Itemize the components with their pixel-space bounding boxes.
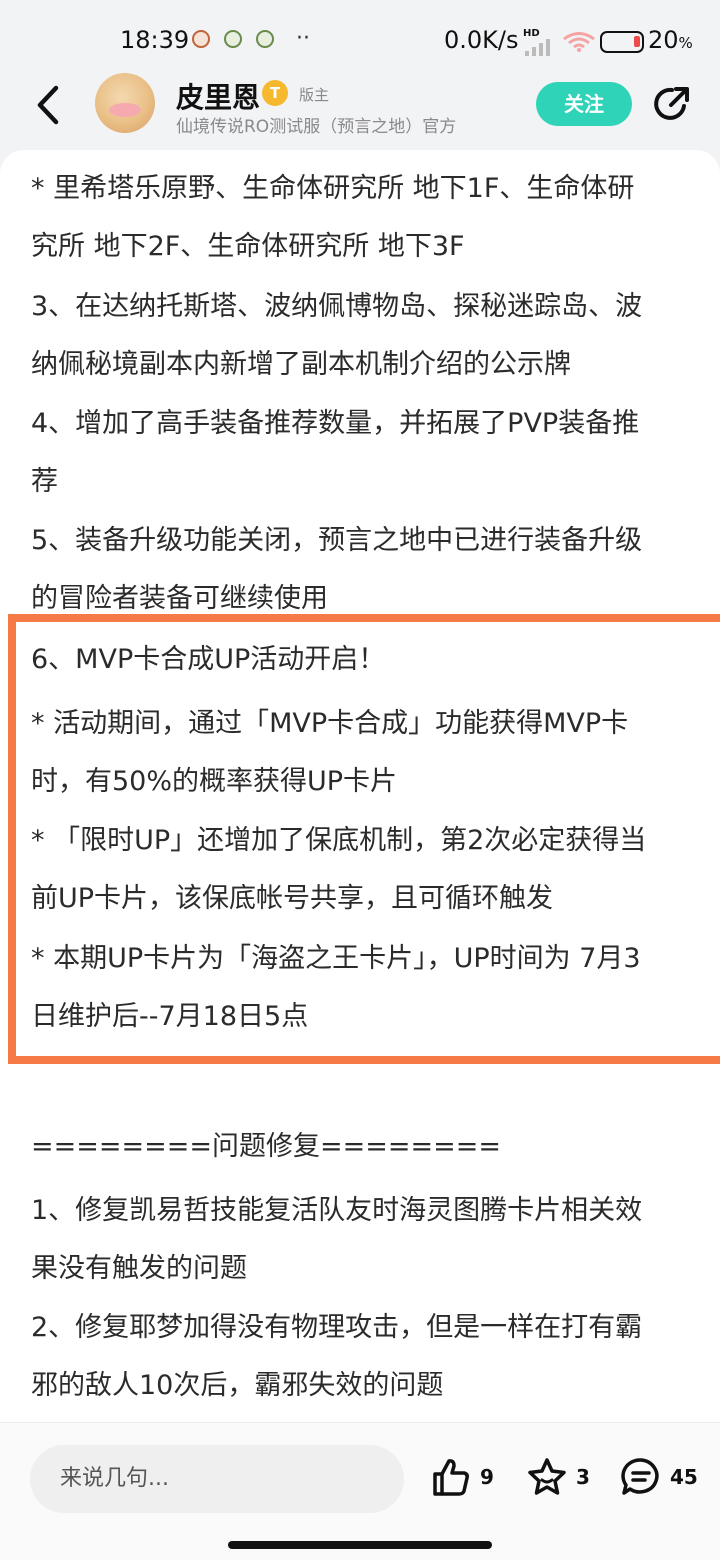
comment-input[interactable]: 来说几句... bbox=[30, 1445, 404, 1513]
content-line: 4、增加了高手装备推荐数量，并拓展了PVP装备推 bbox=[31, 408, 640, 439]
like-count: 9 bbox=[480, 1465, 494, 1489]
author-role: 版主 bbox=[299, 86, 330, 104]
content-line: 纳佩秘境副本内新增了副本机制介绍的公示牌 bbox=[31, 349, 571, 380]
author-subtitle: 仙境传说RO测试服（预言之地）官方 bbox=[176, 117, 457, 137]
content-line: 日维护后--7月18日5点 bbox=[31, 1001, 309, 1032]
app-notification-icon bbox=[256, 30, 274, 48]
content-line: * 本期UP卡片为「海盗之王卡片」，UP时间为 7月3 bbox=[31, 943, 641, 974]
author-avatar[interactable] bbox=[95, 73, 155, 133]
battery-percent-value: 20 bbox=[648, 26, 679, 54]
app-notification-icon bbox=[224, 30, 242, 48]
cellular-signal-icon bbox=[525, 39, 550, 56]
content-line: 1、修复凯易哲技能复活队友时海灵图腾卡片相关效 bbox=[31, 1195, 643, 1226]
content-line: 前UP卡片，该保底帐号共享，且可循环触发 bbox=[31, 883, 554, 914]
home-indicator[interactable] bbox=[228, 1541, 492, 1549]
content-line: 6、MVP卡合成UP活动开启！ bbox=[31, 644, 386, 675]
favorite-button[interactable]: 3 bbox=[526, 1455, 590, 1499]
content-line: 究所 地下2F、生命体研究所 地下3F bbox=[31, 231, 465, 262]
content-line: * 里希塔乐原野、生命体研究所 地下1F、生命体研 bbox=[31, 173, 635, 204]
battery-percent: 20% bbox=[648, 26, 693, 54]
content-line: * 「限时UP」还增加了保底机制，第2次必定获得当 bbox=[31, 825, 647, 856]
author-name[interactable]: 皮里恩 bbox=[176, 76, 260, 116]
comment-bubble-icon bbox=[621, 1458, 659, 1495]
battery-icon bbox=[600, 31, 644, 53]
moderator-badge-icon: T bbox=[262, 80, 288, 106]
like-button[interactable]: 9 bbox=[430, 1455, 494, 1499]
status-time: 18:39 bbox=[120, 26, 190, 54]
comment-count: 45 bbox=[670, 1465, 698, 1489]
notification-icons: ·· bbox=[192, 26, 310, 51]
battery-level bbox=[634, 36, 640, 47]
thumbs-up-icon bbox=[433, 1459, 469, 1496]
app-notification-icon bbox=[192, 30, 210, 48]
follow-button[interactable]: 关注 bbox=[536, 82, 632, 126]
content-line: 果没有触发的问题 bbox=[31, 1253, 247, 1284]
battery-percent-unit: % bbox=[678, 34, 693, 52]
content-line: 荐 bbox=[31, 466, 58, 497]
bottom-action-bar: 来说几句... 9 3 45 bbox=[0, 1422, 720, 1560]
share-icon[interactable] bbox=[652, 84, 692, 124]
wifi-icon bbox=[563, 32, 595, 52]
star-icon bbox=[528, 1458, 566, 1495]
content-line: 3、在达纳托斯塔、波纳佩博物岛、探秘迷踪岛、波 bbox=[31, 291, 643, 322]
content-line: 邪的敌人10次后，霸邪失效的问题 bbox=[31, 1370, 444, 1401]
post-body: * 里希塔乐原野、生命体研究所 地下1F、生命体研 究所 地下2F、生命体研究所… bbox=[0, 150, 720, 1422]
post-header: 皮里恩 T 版主 仙境传说RO测试服（预言之地）官方 关注 bbox=[0, 62, 720, 150]
more-notifications-icon: ·· bbox=[296, 26, 310, 51]
favorite-count: 3 bbox=[576, 1465, 590, 1489]
content-line: 2、修复耶梦加得没有物理攻击，但是一样在打有霸 bbox=[31, 1312, 643, 1343]
content-line: 的冒险者装备可继续使用 bbox=[31, 583, 328, 614]
content-line: * 活动期间，通过「MVP卡合成」功能获得MVP卡 bbox=[31, 708, 629, 739]
back-arrow-icon[interactable] bbox=[30, 82, 70, 128]
network-speed: 0.0K/s bbox=[444, 26, 519, 54]
section-heading: ========问题修复======== bbox=[31, 1131, 501, 1162]
content-line: 5、装备升级功能关闭，预言之地中已进行装备升级 bbox=[31, 525, 643, 556]
content-line: 时，有50%的概率获得UP卡片 bbox=[31, 766, 398, 797]
comment-button[interactable]: 45 bbox=[620, 1455, 698, 1499]
